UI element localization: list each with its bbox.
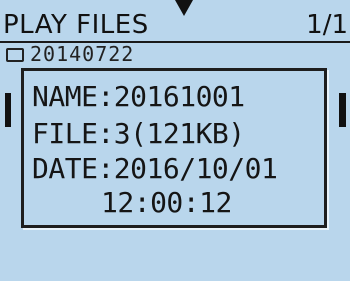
file-name-info: NAME:20161001 [32, 80, 245, 113]
file-count-info: FILE:3(121KB) [32, 117, 245, 150]
screen-header: PLAY FILES 1/1 [0, 10, 350, 40]
file-date-info: DATE:2016/10/01 [32, 152, 278, 185]
right-scroll-tab [339, 93, 346, 127]
folder-name: 20140722 [30, 42, 135, 66]
page-indicator: 1/1 [306, 10, 348, 40]
radio-display-screen: PLAY FILES 1/1 20140722 NAME:20161001 FI… [0, 0, 350, 281]
folder-list-item[interactable]: 20140722 [0, 42, 350, 66]
file-time-info: 12:00:12 [101, 186, 232, 219]
file-info-popup: NAME:20161001 FILE:3(121KB) DATE:2016/10… [21, 68, 327, 228]
screen-title: PLAY FILES [3, 10, 149, 40]
empty-list-area [0, 232, 350, 281]
left-scroll-tab [5, 93, 11, 127]
folder-icon [6, 48, 24, 62]
